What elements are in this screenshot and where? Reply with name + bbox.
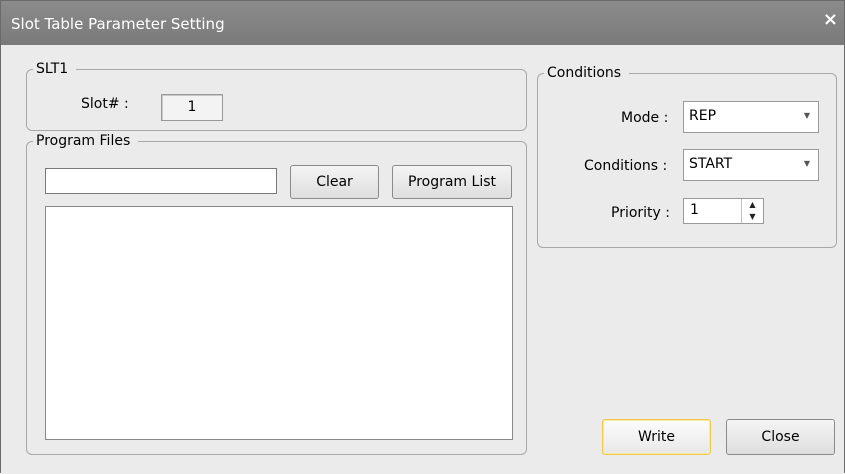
mode-label: Mode : [621,110,669,126]
spin-up-icon[interactable]: ▲ [742,199,763,211]
mode-select[interactable]: REP ▼ [683,101,819,133]
chevron-down-icon: ▼ [803,159,810,168]
window-title: Slot Table Parameter Setting [11,15,225,33]
slot-number-field: 1 [161,94,223,121]
title-bar: Slot Table Parameter Setting × [1,1,844,45]
priority-label: Priority : [611,205,670,221]
mode-value: REP [689,108,717,124]
program-files-list[interactable] [45,206,513,440]
close-icon[interactable]: × [823,9,838,30]
program-list-button-label: Program List [408,174,496,190]
conditions-legend: Conditions [547,65,622,81]
spin-down-icon[interactable]: ▼ [742,211,763,223]
program-files-legend: Program Files [36,133,131,149]
slot-label: Slot# : [81,96,129,112]
program-file-input[interactable] [45,168,277,194]
chevron-down-icon: ▼ [803,111,810,120]
slt-legend: SLT1 [36,61,69,77]
conditions-label: Conditions : [584,158,668,174]
write-button[interactable]: Write [602,419,711,455]
clear-button[interactable]: Clear [290,165,379,199]
priority-value: 1 [690,202,699,218]
conditions-value: START [689,156,733,172]
conditions-select[interactable]: START ▼ [683,149,819,181]
clear-button-label: Clear [316,174,353,190]
dialog-body: SLT1 Slot# : 1 Program Files Clear Progr… [1,45,844,474]
spinner-arrows: ▲ ▼ [741,199,763,223]
write-button-label: Write [638,429,675,445]
close-button-label: Close [761,429,800,445]
priority-spinner[interactable]: 1 ▲ ▼ [683,198,764,224]
program-list-button[interactable]: Program List [392,165,512,199]
slot-table-dialog: Slot Table Parameter Setting × SLT1 Slot… [0,0,845,474]
close-button[interactable]: Close [726,419,835,455]
